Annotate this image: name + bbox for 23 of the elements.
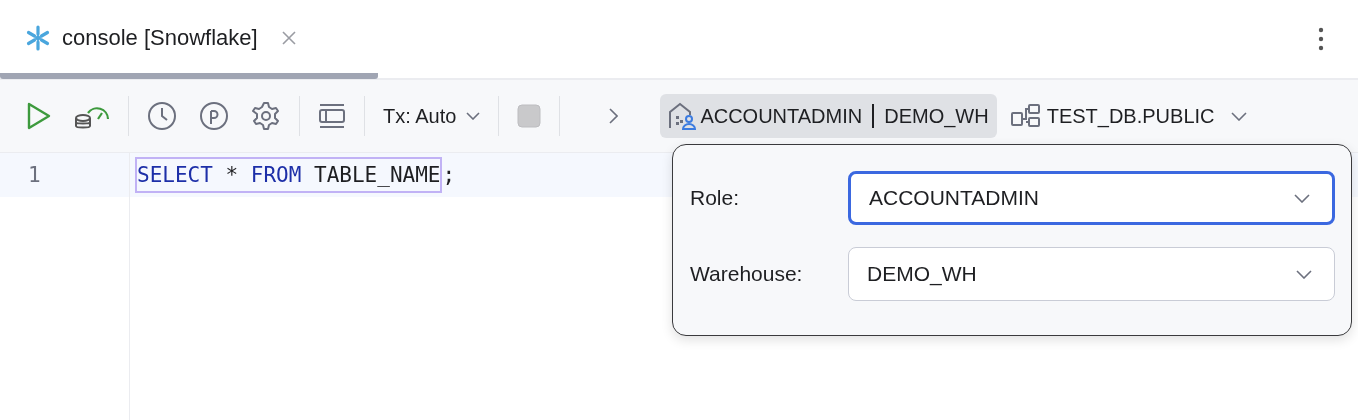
layout-icon[interactable] xyxy=(318,103,346,129)
caret-icon xyxy=(1294,193,1310,203)
select-field[interactable]: ACCOUNTADMIN xyxy=(848,171,1335,225)
more-icon[interactable] xyxy=(1318,27,1324,51)
line-number: 1 xyxy=(28,163,41,187)
close-icon[interactable] xyxy=(281,31,296,45)
settings-icon[interactable] xyxy=(251,101,281,131)
schema-icon xyxy=(1010,103,1041,129)
caret-icon xyxy=(466,112,481,120)
caret-icon xyxy=(1230,111,1247,121)
select-field[interactable]: DEMO_WH xyxy=(848,247,1335,301)
building-user-icon xyxy=(668,102,697,130)
caret-icon xyxy=(1296,269,1312,279)
parameter-icon[interactable] xyxy=(199,101,229,131)
clock-icon[interactable] xyxy=(147,101,177,131)
session-button[interactable]: ACCOUNTADMIN DEMO_WH xyxy=(660,94,997,138)
chevron-right-icon[interactable] xyxy=(608,108,619,124)
field-label: Role: xyxy=(690,186,741,210)
field-label: Warehouse: xyxy=(690,262,804,286)
snowflake-icon xyxy=(24,24,52,52)
transaction-dropdown[interactable]: Tx: Auto xyxy=(383,104,481,128)
schema-dropdown[interactable]: TEST_DB.PUBLIC xyxy=(1010,103,1247,129)
run-icon[interactable] xyxy=(26,102,52,130)
